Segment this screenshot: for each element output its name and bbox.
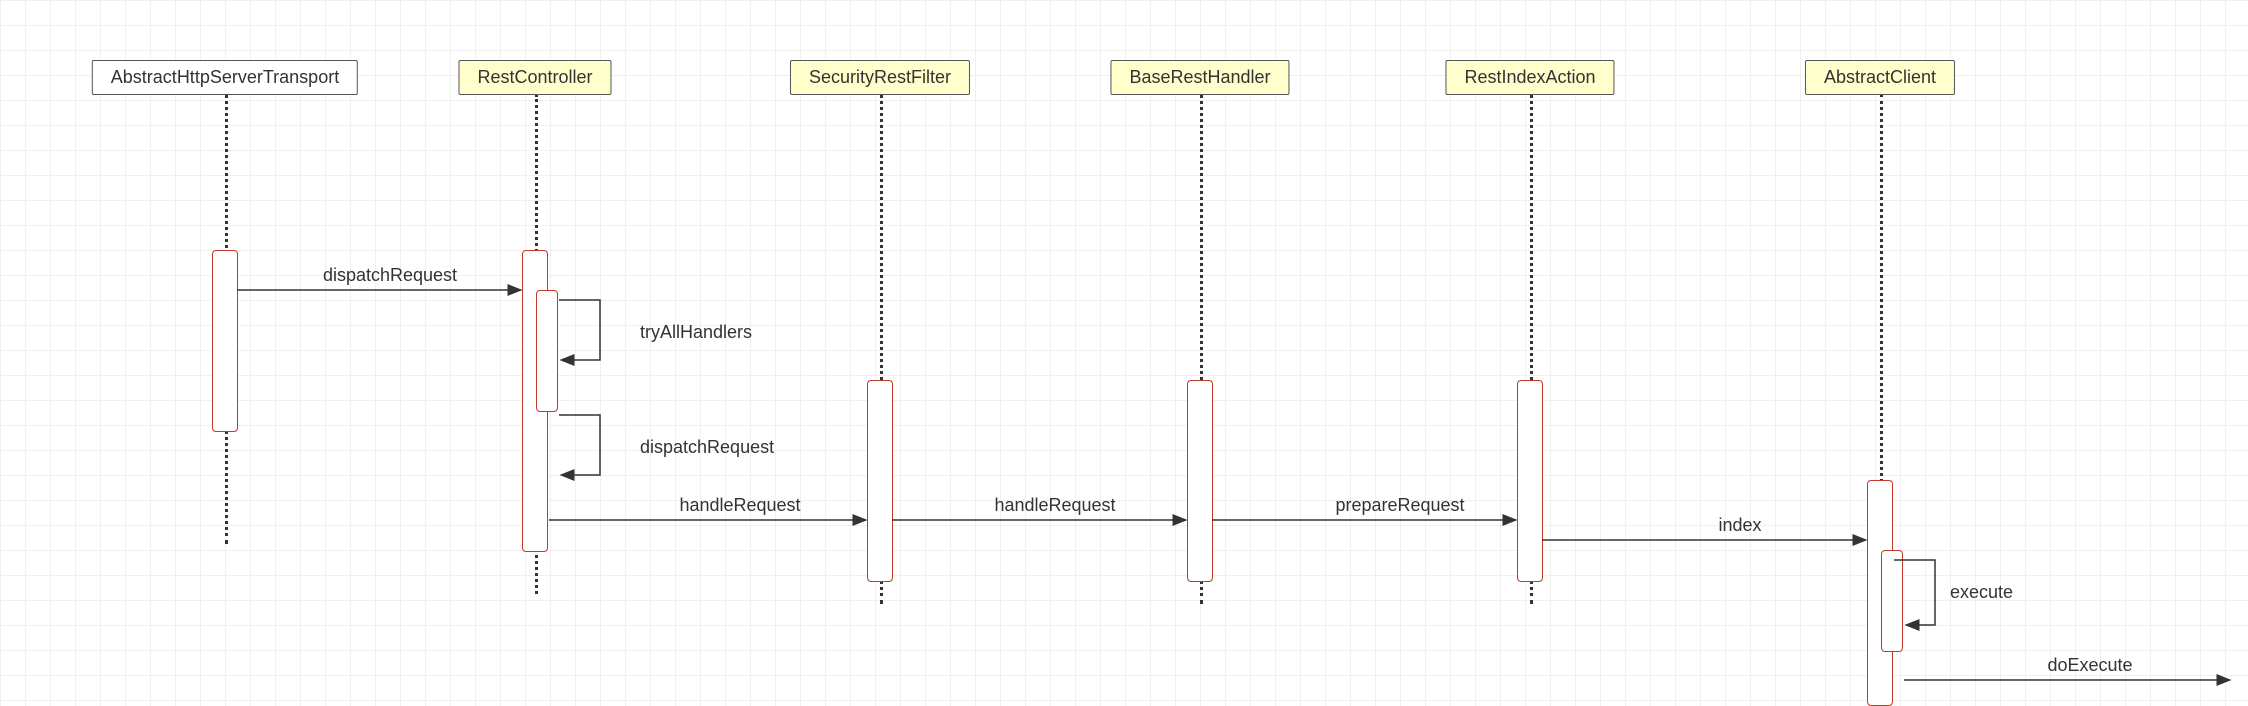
sequence-diagram: AbstractHttpServerTransport RestControll… — [0, 0, 2248, 706]
arrow-m7 — [1894, 560, 1935, 625]
arrow-m2 — [559, 415, 600, 475]
msg-label-m7: execute — [1950, 582, 2013, 605]
arrow-m1 — [559, 300, 600, 360]
msg-label-m6: index — [1718, 515, 1761, 538]
msg-label-m5: prepareRequest — [1335, 495, 1464, 518]
msg-label-m8: doExecute — [2047, 655, 2132, 678]
msg-label-m0: dispatchRequest — [323, 265, 457, 288]
arrows-layer — [0, 0, 2248, 706]
msg-label-m2: dispatchRequest — [640, 437, 774, 460]
msg-label-m3: handleRequest — [679, 495, 800, 518]
msg-label-m1: tryAllHandlers — [640, 322, 752, 345]
msg-label-m4: handleRequest — [994, 495, 1115, 518]
